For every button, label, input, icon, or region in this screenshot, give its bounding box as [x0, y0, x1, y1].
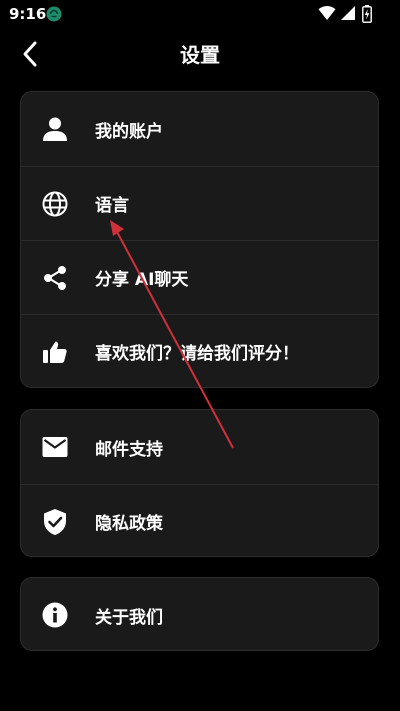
app-header: 设置: [0, 28, 400, 84]
menu-item-rate-us[interactable]: 喜欢我们？请给我们评分！: [21, 314, 378, 387]
menu-item-label: 喜欢我们？请给我们评分！: [95, 344, 299, 364]
share-icon: [41, 264, 69, 292]
person-icon: [41, 115, 69, 143]
status-bar: 9:16: [0, 0, 400, 28]
settings-group-support: 邮件支持 隐私政策: [20, 409, 379, 557]
menu-item-label: 我的账户: [95, 121, 163, 142]
info-icon: [41, 601, 69, 629]
menu-item-about-us[interactable]: 关于我们: [21, 578, 378, 650]
menu-item-label: 分享 AI聊天: [95, 270, 189, 290]
menu-item-my-account[interactable]: 我的账户: [21, 92, 378, 166]
circle-app-icon: [46, 6, 62, 22]
menu-item-label: 语言: [95, 196, 129, 216]
settings-group-account: 我的账户 语言 分享 AI聊天 喜欢我们？请给我们评分！: [20, 91, 379, 388]
menu-item-label: 邮件支持: [95, 439, 163, 460]
menu-item-email-support[interactable]: 邮件支持: [21, 410, 378, 484]
status-time: 9:16: [9, 5, 47, 23]
thumbs-up-icon: [41, 338, 69, 366]
menu-item-share[interactable]: 分享 AI聊天: [21, 240, 378, 314]
page-title: 设置: [180, 43, 220, 67]
mail-icon: [41, 433, 69, 461]
menu-item-label: 隐私政策: [95, 514, 163, 534]
shield-check-icon: [41, 508, 69, 536]
menu-item-privacy-policy[interactable]: 隐私政策: [21, 484, 378, 556]
menu-item-language[interactable]: 语言: [21, 166, 378, 240]
menu-item-label: 关于我们: [95, 607, 163, 628]
globe-icon: [41, 190, 69, 218]
settings-group-about: 关于我们: [20, 577, 379, 651]
